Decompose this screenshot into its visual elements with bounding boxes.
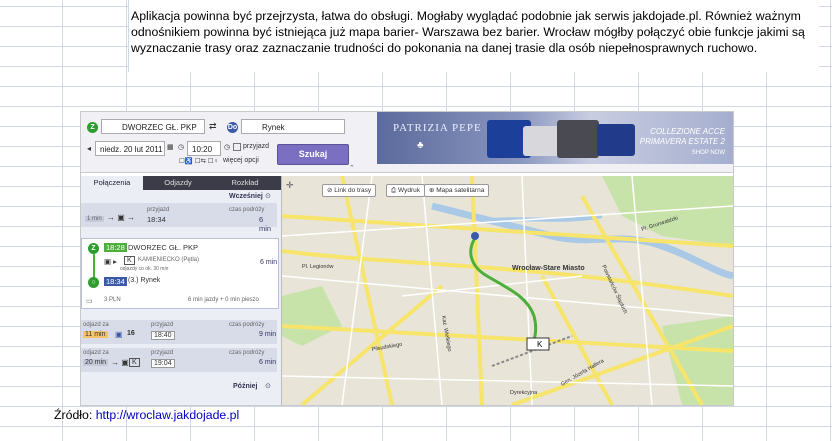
map-label-legionow: Pl. Legionów xyxy=(302,264,334,270)
route2-depart-label: odjazd za xyxy=(83,322,109,328)
ad-logo-icon: ♣ xyxy=(417,140,424,151)
ad-brand: PATRIZIA PEPE xyxy=(393,122,482,134)
walk-to-bus-icon: → ▣ → xyxy=(107,213,136,222)
map-label-old-town: Wrocław-Stare Miasto xyxy=(512,265,585,272)
route0-mins: 1 min xyxy=(85,216,104,222)
destination-marker-icon[interactable] xyxy=(471,232,479,240)
source-line: Źródło: http://wroclaw.jakdojade.pl xyxy=(54,408,239,422)
route-option-3[interactable]: odjazd za 20 min → ▣ K przyjazd 19:04 cz… xyxy=(81,348,277,372)
tab-connections[interactable]: Połączenia xyxy=(81,176,143,190)
collapse-icon[interactable]: ⌃ xyxy=(349,164,355,172)
bus-icon-2: → ▣ xyxy=(111,358,129,367)
swap-icon[interactable]: ⇄ xyxy=(209,121,217,132)
route1-end-stop: (3.) Rynek xyxy=(128,277,161,284)
time-input[interactable]: 10:20 xyxy=(187,141,221,156)
route1-line: K xyxy=(124,256,135,265)
map-print-label: Wydruk xyxy=(398,187,420,194)
route-option-1[interactable]: Z 18:28 DWORZEC GŁ. PKP ▣ ▸ K KAMIENIECK… xyxy=(81,238,279,296)
later-icon[interactable]: ⊙ xyxy=(265,382,271,390)
route3-duration-label: czas podróży xyxy=(229,350,265,356)
results-panel: Połączenia Odjazdy Rozkład Wcześniej ⊙ 1… xyxy=(81,176,282,405)
route-option-2[interactable]: odjazd za 11 min ▣ 16 przyjazd 18:40 cza… xyxy=(81,320,277,344)
to-input[interactable]: Rynek xyxy=(241,119,345,134)
calendar-icon[interactable]: ▦ xyxy=(167,143,174,151)
route1-end-time: 18:34 xyxy=(104,277,127,286)
from-input[interactable]: DWORZEC GŁ. PKP xyxy=(101,119,205,134)
clock-icon: ◷ xyxy=(178,144,185,151)
more-options-link[interactable]: więcej opcji xyxy=(223,157,259,164)
arrival-label: przyjazd xyxy=(243,143,270,150)
source-label: Źródło: xyxy=(54,408,93,422)
route0-time: 18:34 xyxy=(147,215,166,224)
route-option-0[interactable]: 1 min → ▣ → przyjazd 18:34 czas podróży … xyxy=(81,203,277,233)
route1-summary: ▭ 3 PLN 6 min jazdy + 0 min pieszo xyxy=(81,294,279,309)
description-text: Aplikacja powinna być przejrzysta, łatwa… xyxy=(131,9,805,55)
clock-icon-2: ◷ xyxy=(224,144,231,151)
map-print-button[interactable]: ⎙ Wydruk xyxy=(386,184,425,197)
route0-duration-label: czas podróży xyxy=(229,207,265,213)
route3-depart-label: odjazd za xyxy=(83,350,109,356)
search-button[interactable]: Szukaj xyxy=(277,144,349,165)
route2-duration-label: czas podróży xyxy=(229,322,265,328)
route1-summary-text: 6 min jazdy + 0 min pieszo xyxy=(188,297,259,303)
later-link[interactable]: Później xyxy=(233,383,258,390)
route1-ride: 6 min xyxy=(260,259,278,266)
route3-mins: 20 min xyxy=(83,359,109,366)
ad-line3[interactable]: SHOP NOW xyxy=(692,150,725,156)
route3-line: K xyxy=(129,358,140,367)
jakdojade-screenshot: Z DWORZEC GŁ. PKP ⇄ Do Rynek ◂ niedz. 20… xyxy=(80,111,734,406)
advertisement-banner[interactable]: PATRIZIA PEPE ♣ COLLEZIONE ACCE PRIMAVER… xyxy=(377,112,733,164)
accessibility-icons[interactable]: ☐♿ ☐⇆ ☐♀ xyxy=(179,157,219,165)
map-pan-control-icon[interactable]: ✛ xyxy=(286,180,294,191)
ad-bag-silver xyxy=(523,126,559,156)
map-satellite-button[interactable]: ⊕ Mapa satelitarna xyxy=(424,184,490,197)
ad-line2: PRIMAVERA ESTATE 2 xyxy=(639,137,725,146)
map-canvas: K Wrocław-Stare Miasto Pl. Grunwaldzki P… xyxy=(282,176,733,405)
route1-start-time: 18:28 xyxy=(104,243,127,252)
route0-arrive-label: przyjazd xyxy=(147,207,170,213)
destination-icon: Do xyxy=(227,122,238,133)
route3-arrive-label: przyjazd xyxy=(151,350,174,356)
earlier-link[interactable]: Wcześniej xyxy=(229,193,263,200)
ticket-icon: ▭ xyxy=(86,298,93,305)
ad-bag-grey xyxy=(557,120,599,158)
route2-line: 16 xyxy=(127,330,135,337)
route0-duration: 6 min xyxy=(259,215,272,233)
source-link[interactable]: http://wroclaw.jakdojade.pl xyxy=(96,408,240,422)
start-icon: Z xyxy=(87,122,98,133)
map-bus-line: K xyxy=(537,340,543,349)
map-view[interactable]: K Wrocław-Stare Miasto Pl. Grunwaldzki P… xyxy=(282,176,733,405)
date-input[interactable]: niedz. 20 lut 2011 xyxy=(95,141,165,156)
route2-mins: 11 min xyxy=(83,331,108,338)
map-link-label: Link do trasy xyxy=(334,187,372,194)
prev-day-icon[interactable]: ◂ xyxy=(87,144,91,153)
tab-timetable[interactable]: Rozkład xyxy=(213,176,277,190)
ad-bag-navy xyxy=(597,124,635,156)
results-tabs: Połączenia Odjazdy Rozkład xyxy=(81,176,281,190)
end-marker-icon: ○ xyxy=(88,277,99,288)
description-cell: Aplikacja powinna być przejrzysta, łatwa… xyxy=(128,0,819,72)
map-satellite-label: Mapa satelitarna xyxy=(436,187,485,194)
route1-price: 3 PLN xyxy=(104,297,121,303)
bus-icon: ▣ ▸ xyxy=(104,257,117,266)
start-marker-icon: Z xyxy=(88,243,99,254)
route2-time: 18:40 xyxy=(151,331,175,340)
route1-detail: odjazdy co ok. 30 min xyxy=(120,266,169,272)
tram-icon: ▣ xyxy=(115,330,123,339)
route2-arrive-label: przyjazd xyxy=(151,322,174,328)
route2-duration: 9 min xyxy=(259,331,277,338)
earlier-icon[interactable]: ⊙ xyxy=(265,192,271,200)
route1-start-stop: DWORZEC GŁ. PKP xyxy=(128,243,199,252)
map-link-button[interactable]: ⊘ Link do trasy xyxy=(322,184,377,197)
route3-duration: 6 min xyxy=(259,359,277,366)
map-label-dyrekcyjna: Dyrekcyjna xyxy=(510,390,538,396)
arrival-checkbox[interactable] xyxy=(233,143,241,151)
route3-time: 19:04 xyxy=(151,359,175,368)
tab-departures[interactable]: Odjazdy xyxy=(147,176,209,190)
route1-direction: KAMIENIECKO (Pętla) xyxy=(138,257,200,263)
ad-line1: COLLEZIONE ACCE xyxy=(650,127,725,136)
